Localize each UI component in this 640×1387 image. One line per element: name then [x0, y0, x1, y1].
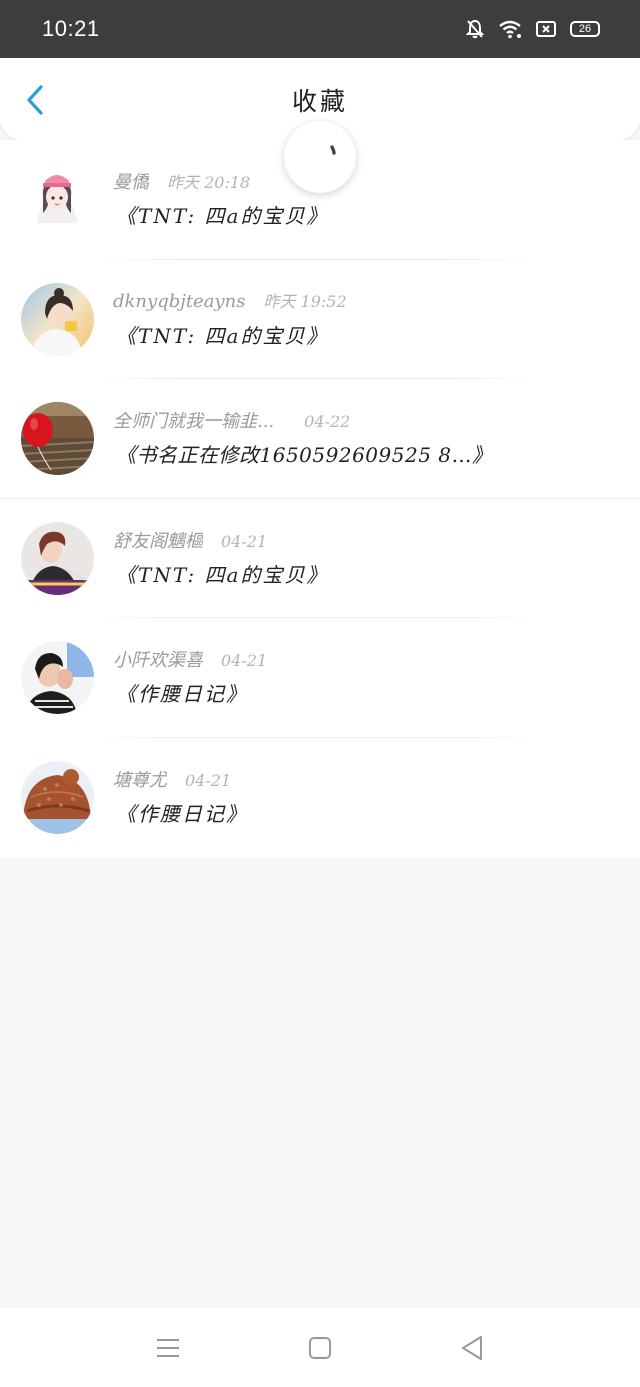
- item-meta: 小阡欢渠喜 04-21: [113, 646, 267, 672]
- wifi-icon: [498, 19, 522, 39]
- username[interactable]: 曼僑: [113, 168, 149, 194]
- system-nav-bar: [0, 1308, 640, 1387]
- avatar[interactable]: [21, 163, 94, 236]
- item-meta: 舒友阁魑樞 04-21: [113, 527, 267, 553]
- book-title[interactable]: 《TNT: 四a的宝贝》: [116, 320, 329, 349]
- menu-icon: [157, 1338, 179, 1357]
- list-item[interactable]: 全师门就我一输韭... 04-22 《书名正在修改1650592609525 8…: [0, 379, 640, 499]
- book-title[interactable]: 《TNT: 四a的宝贝》: [116, 200, 329, 229]
- book-title[interactable]: 《TNT: 四a的宝贝》: [116, 559, 329, 588]
- timestamp: 04-21: [221, 531, 268, 551]
- timestamp: 04-22: [304, 412, 351, 431]
- username[interactable]: 舒友阁魑樞: [113, 527, 203, 553]
- status-icons: 26: [466, 19, 600, 39]
- username[interactable]: 小阡欢渠喜: [113, 646, 203, 672]
- item-meta: 全师门就我一输韭... 04-22: [113, 407, 350, 433]
- avatar[interactable]: [21, 521, 94, 595]
- list-item[interactable]: 小阡欢渠喜 04-21 《作腰日记》: [0, 618, 640, 738]
- timestamp: 04-21: [185, 770, 232, 790]
- home-button[interactable]: [307, 1335, 333, 1361]
- sim-icon: [536, 21, 556, 37]
- status-bar: 10:21 26: [0, 0, 640, 58]
- book-title[interactable]: 《作腰日记》: [116, 798, 248, 827]
- refresh-spinner: [284, 121, 356, 193]
- avatar[interactable]: [21, 282, 94, 356]
- bell-off-icon: [466, 19, 484, 39]
- list-item[interactable]: 舒友阁魑樞 04-21 《TNT: 四a的宝贝》: [0, 499, 640, 618]
- favorites-list: 曼僑 昨天 20:18 《TNT: 四a的宝贝》 dknyqbjteayns 昨…: [0, 140, 640, 857]
- username[interactable]: 塘尊尤: [113, 766, 167, 792]
- timestamp: 04-21: [221, 651, 268, 670]
- item-meta: dknyqbjteayns 昨天 19:52: [113, 288, 347, 312]
- back-triangle-icon: [462, 1335, 482, 1360]
- battery-icon: 26: [570, 21, 600, 37]
- username[interactable]: dknyqbjteayns: [113, 291, 245, 312]
- book-title[interactable]: 《书名正在修改1650592609525 8…》: [116, 439, 493, 468]
- book-title[interactable]: 《作腰日记》: [116, 678, 248, 707]
- avatar[interactable]: [21, 641, 94, 714]
- username[interactable]: 全师门就我一输韭...: [113, 407, 274, 433]
- list-item[interactable]: 塘尊尤 04-21 《作腰日记》: [0, 738, 640, 858]
- page-title: 收藏: [291, 87, 348, 116]
- avatar[interactable]: [21, 402, 94, 475]
- menu-button[interactable]: [155, 1335, 181, 1361]
- home-square-icon: [309, 1336, 331, 1359]
- timestamp: 昨天 20:18: [167, 173, 251, 192]
- timestamp: 昨天 19:52: [263, 291, 347, 311]
- list-item[interactable]: dknyqbjteayns 昨天 19:52 《TNT: 四a的宝贝》: [0, 260, 640, 379]
- item-meta: 塘尊尤 04-21: [113, 766, 231, 792]
- status-time: 10:21: [42, 16, 100, 41]
- item-meta: 曼僑 昨天 20:18: [113, 168, 250, 194]
- back-nav-button[interactable]: [459, 1335, 485, 1361]
- spinner-icon: [330, 145, 336, 155]
- avatar[interactable]: [21, 760, 94, 834]
